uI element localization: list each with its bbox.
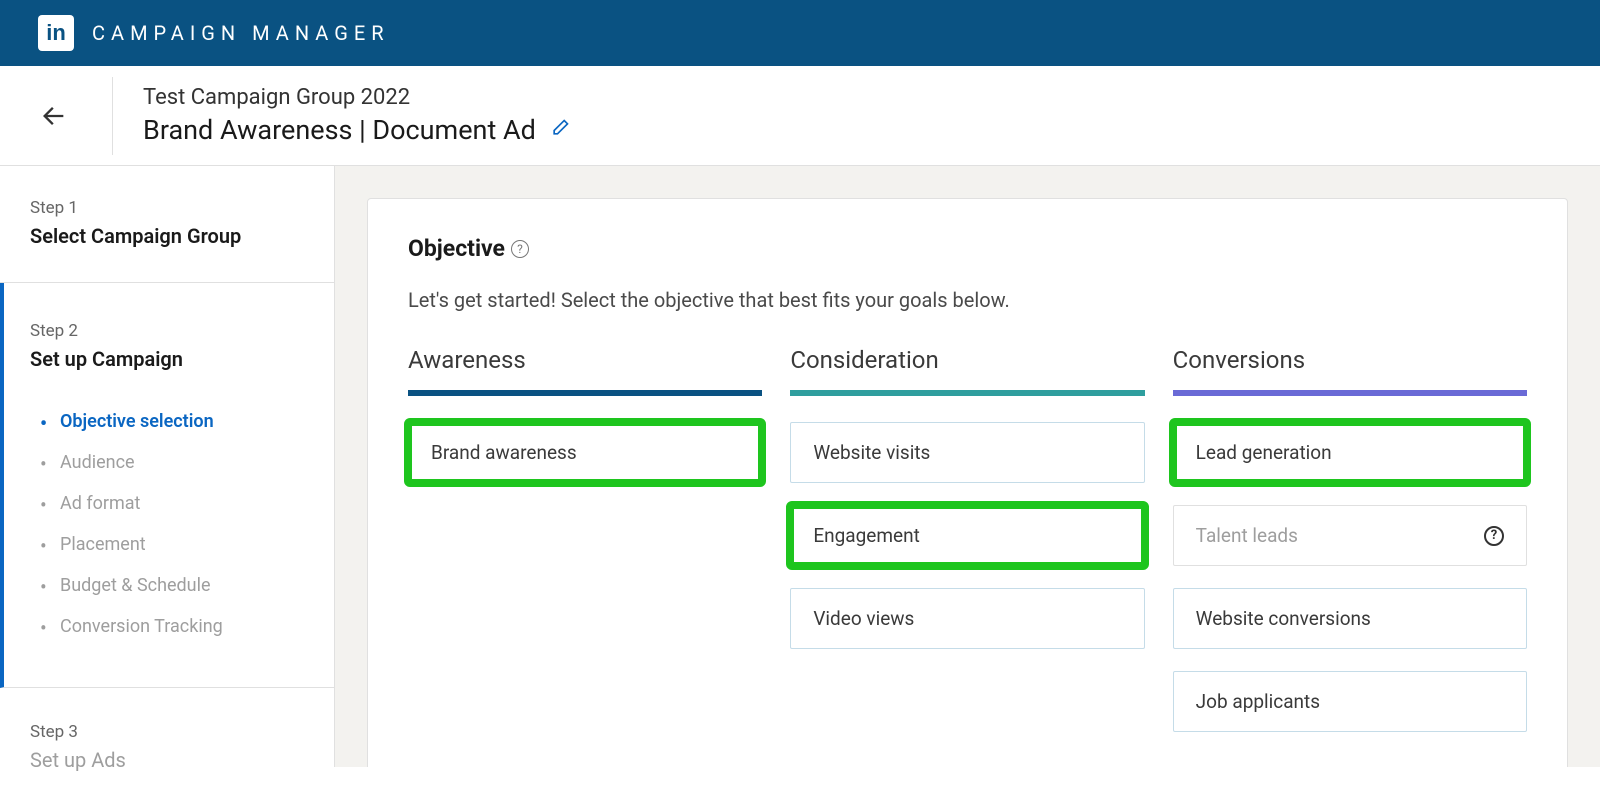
step-title-3: Set up Ads: [30, 748, 304, 772]
objective-option-website-visits[interactable]: Website visits: [790, 422, 1144, 483]
objective-option-engagement[interactable]: Engagement: [790, 505, 1144, 566]
sub-steps-list: Objective selection Audience Ad format P…: [30, 401, 304, 647]
sidebar-item-audience[interactable]: Audience: [40, 442, 304, 483]
column-title-awareness: Awareness: [408, 346, 762, 374]
step-number-3: Step 3: [30, 722, 304, 742]
objective-option-video-views[interactable]: Video views: [790, 588, 1144, 649]
step-block-2: Step 2 Set up Campaign Objective selecti…: [0, 283, 334, 688]
objective-columns: Awareness Brand awareness Consideration …: [408, 346, 1527, 754]
column-underline-consideration: [790, 390, 1144, 396]
step-number-2: Step 2: [30, 321, 304, 341]
sidebar-item-budget-schedule[interactable]: Budget & Schedule: [40, 565, 304, 606]
sidebar-item-placement[interactable]: Placement: [40, 524, 304, 565]
divider: [112, 77, 113, 155]
objective-option-label: Website visits: [813, 441, 930, 464]
body-section: Step 1 Select Campaign Group Step 2 Set …: [0, 166, 1600, 767]
objective-option-talent-leads[interactable]: Talent leads ?: [1173, 505, 1527, 566]
objective-option-job-applicants[interactable]: Job applicants: [1173, 671, 1527, 732]
step-title-2: Set up Campaign: [30, 347, 304, 371]
top-bar: in CAMPAIGN MANAGER: [0, 0, 1600, 66]
header-section: Test Campaign Group 2022 Brand Awareness…: [0, 66, 1600, 166]
objective-option-label: Job applicants: [1196, 690, 1320, 713]
sidebar-item-conversion-tracking[interactable]: Conversion Tracking: [40, 606, 304, 647]
help-icon[interactable]: ?: [511, 240, 529, 258]
objective-option-lead-generation[interactable]: Lead generation: [1173, 422, 1527, 483]
objective-option-label: Brand awareness: [431, 441, 577, 464]
objective-option-website-conversions[interactable]: Website conversions: [1173, 588, 1527, 649]
objective-option-label: Talent leads: [1196, 524, 1298, 547]
campaign-name: Brand Awareness | Document Ad: [143, 114, 536, 146]
objective-column-conversions: Conversions Lead generation Talent leads…: [1173, 346, 1527, 754]
back-arrow-icon[interactable]: [36, 98, 72, 134]
help-icon[interactable]: ?: [1484, 526, 1504, 546]
objective-option-brand-awareness[interactable]: Brand awareness: [408, 422, 762, 483]
column-underline-awareness: [408, 390, 762, 396]
column-title-conversions: Conversions: [1173, 346, 1527, 374]
step-block-1[interactable]: Step 1 Select Campaign Group: [0, 198, 334, 283]
step-number-1: Step 1: [30, 198, 304, 218]
objective-panel: Objective ? Let's get started! Select th…: [367, 198, 1568, 767]
objective-option-label: Engagement: [813, 524, 920, 547]
sidebar-item-ad-format[interactable]: Ad format: [40, 483, 304, 524]
panel-subtext: Let's get started! Select the objective …: [408, 288, 1527, 312]
linkedin-logo-icon: in: [38, 15, 74, 51]
main-content: Objective ? Let's get started! Select th…: [335, 166, 1600, 767]
panel-heading: Objective: [408, 235, 505, 262]
campaign-group-name: Test Campaign Group 2022: [143, 85, 570, 110]
column-title-consideration: Consideration: [790, 346, 1144, 374]
header-titles: Test Campaign Group 2022 Brand Awareness…: [143, 85, 570, 146]
column-underline-conversions: [1173, 390, 1527, 396]
objective-column-consideration: Consideration Website visits Engagement …: [790, 346, 1144, 754]
sidebar: Step 1 Select Campaign Group Step 2 Set …: [0, 166, 335, 767]
step-title-1: Select Campaign Group: [30, 224, 304, 248]
objective-column-awareness: Awareness Brand awareness: [408, 346, 762, 754]
sidebar-item-objective-selection[interactable]: Objective selection: [40, 401, 304, 442]
edit-pencil-icon[interactable]: [550, 118, 570, 142]
objective-option-label: Lead generation: [1196, 441, 1332, 464]
app-title: CAMPAIGN MANAGER: [92, 21, 390, 45]
step-block-3[interactable]: Step 3 Set up Ads: [0, 688, 334, 800]
objective-option-label: Website conversions: [1196, 607, 1371, 630]
objective-option-label: Video views: [813, 607, 914, 630]
